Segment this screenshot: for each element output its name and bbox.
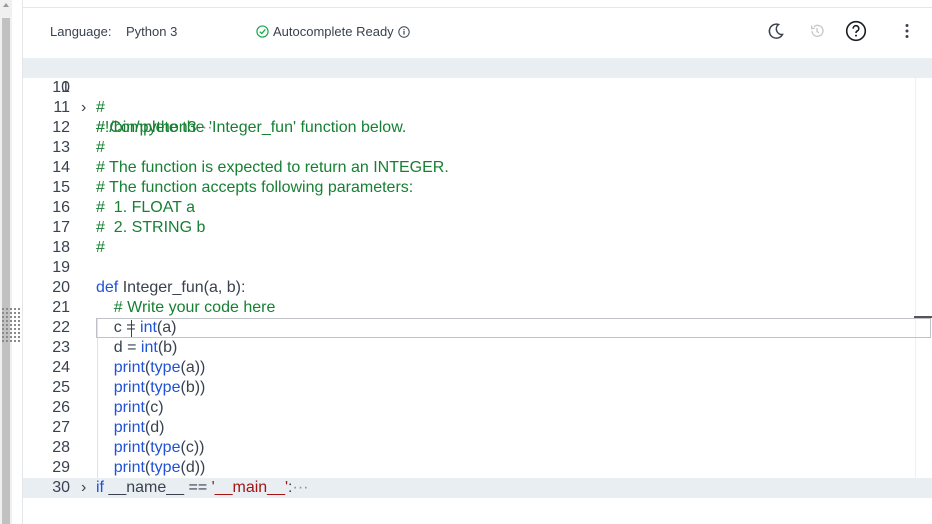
history-icon[interactable] [806, 20, 828, 42]
code-text: d = int(b) [96, 339, 178, 356]
code-line-25[interactable]: 25 print(type(b)) [23, 378, 932, 398]
line-number: 11 [53, 99, 70, 116]
code-line-29[interactable]: 29 print(type(d)) [23, 458, 932, 478]
code-text: print(d) [113, 419, 165, 436]
code-text: print(c) [113, 399, 164, 416]
code-line-17[interactable]: 17 # 2. STRING b [23, 218, 932, 238]
code-line-1[interactable]: 1 › #!/bin/python3··· [23, 58, 932, 136]
line-number: 25 [52, 379, 70, 396]
code-line-28[interactable]: 28 print(type(c)) [23, 438, 932, 458]
code-line-14[interactable]: 14 # The function is expected to return a… [23, 158, 932, 178]
line-number: 29 [52, 459, 70, 476]
info-icon[interactable] [397, 25, 410, 38]
window-scrollbar[interactable] [0, 0, 12, 524]
line-number: 20 [52, 279, 70, 296]
code-text: print(type(a)) [113, 359, 206, 376]
line-number: 19 [52, 259, 70, 276]
code-line-13[interactable]: 13 # [23, 138, 932, 158]
code-line-24[interactable]: 24 print(type(a)) [23, 358, 932, 378]
theme-moon-icon[interactable] [765, 20, 787, 42]
line-number: 15 [52, 179, 70, 196]
line-number: 17 [52, 219, 70, 236]
autocomplete-label: Autocomplete Ready [273, 24, 394, 39]
code-line-30[interactable]: 30 › if __name__ == '__main__':··· [23, 478, 932, 498]
code-text: print(type(b)) [113, 379, 206, 396]
code-text: # 2. STRING b [96, 219, 206, 236]
code-text: # [96, 239, 105, 256]
code-text: # The function is expected to return an … [96, 159, 449, 176]
fold-expand-icon[interactable]: › [81, 478, 86, 498]
language-select[interactable]: Python 3 [126, 24, 177, 39]
autocomplete-status: Autocomplete Ready [256, 24, 414, 39]
check-circle-icon [256, 25, 269, 38]
code-text: # The function accepts following paramet… [96, 179, 414, 196]
code-line-22[interactable]: 22 c = int(a) [23, 318, 932, 338]
split-drag-handle[interactable] [0, 306, 22, 342]
code-text: # [96, 99, 105, 116]
code-line-27[interactable]: 27 print(d) [23, 418, 932, 438]
line-number: 13 [52, 139, 70, 156]
code-text: # [96, 139, 105, 156]
line-number: 16 [52, 199, 70, 216]
help-icon[interactable] [845, 20, 867, 42]
folded-ellipsis[interactable]: ··· [292, 479, 308, 496]
scroll-up-arrow-icon[interactable] [3, 3, 9, 7]
code-line-12[interactable]: 12 # Complete the 'Integer_fun' function … [23, 118, 932, 138]
code-text: print(type(d)) [113, 459, 206, 476]
code-line-18[interactable]: 18 # [23, 238, 932, 258]
code-text: if __name__ == '__main__':··· [96, 479, 309, 496]
code-text: # Write your code here [96, 299, 276, 316]
code-line-19[interactable]: 19 [23, 258, 932, 278]
code-line-26[interactable]: 26 print(c) [23, 398, 932, 418]
code-line-10[interactable]: 10 [23, 78, 932, 98]
line-number: 26 [52, 399, 70, 416]
line-number: 23 [52, 339, 70, 356]
language-label: Language: [50, 24, 112, 39]
line-number: 12 [52, 119, 70, 136]
line-number: 10 [52, 79, 70, 96]
code-text: print(type(c)) [113, 439, 205, 456]
editor-toolbar: Language: Python 3 Autocomplete Ready [23, 8, 932, 56]
more-vertical-icon[interactable] [896, 20, 918, 42]
line-number: 22 [52, 319, 70, 336]
code-line-11[interactable]: 11 # [23, 98, 932, 118]
line-number: 18 [52, 239, 70, 256]
code-text: # Complete the 'Integer_fun' function be… [96, 119, 407, 136]
line-number: 28 [52, 439, 70, 456]
code-line-15[interactable]: 15 # The function accepts following param… [23, 178, 932, 198]
line-number: 21 [52, 299, 70, 316]
code-text: # 1. FLOAT a [96, 199, 196, 216]
code-line-20[interactable]: 20 def Integer_fun(a, b): [23, 278, 932, 298]
line-number: 30 [52, 479, 70, 496]
code-line-21[interactable]: 21 # Write your code here [23, 298, 932, 318]
code-text: c = int(a) [96, 319, 177, 336]
code-line-16[interactable]: 16 # 1. FLOAT a [23, 198, 932, 218]
line-number: 24 [52, 359, 70, 376]
code-line-23[interactable]: 23 d = int(b) [23, 338, 932, 358]
line-number: 27 [52, 419, 70, 436]
scrollbar-thumb[interactable] [2, 18, 10, 524]
code-text: def Integer_fun(a, b): [96, 279, 246, 296]
line-number: 14 [52, 159, 70, 176]
